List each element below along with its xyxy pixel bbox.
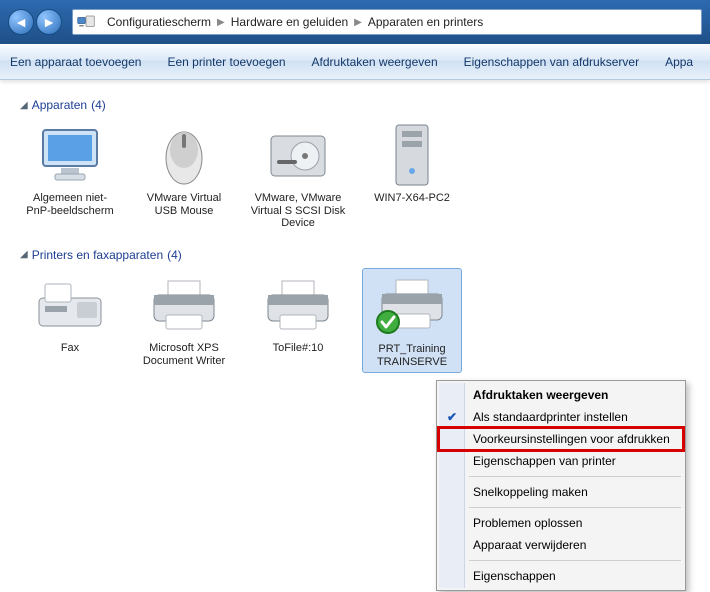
menu-label: Apparaat verwijderen <box>473 538 586 552</box>
forward-button[interactable]: ► <box>36 9 62 35</box>
navigation-bar: ◄ ► Configuratiescherm ▶ Hardware en gel… <box>0 0 710 44</box>
chevron-right-icon: ▶ <box>217 17 225 28</box>
printer-item[interactable]: Microsoft XPS Document Writer <box>134 268 234 373</box>
menu-label: Eigenschappen van printer <box>473 454 616 468</box>
printer-item[interactable]: Fax <box>20 268 120 373</box>
device-item[interactable]: WIN7-X64-PC2 <box>362 118 462 234</box>
printer-label: Fax <box>22 342 118 355</box>
menu-separator <box>469 560 681 561</box>
context-menu: Afdruktaken weergeven ✔ Als standaardpri… <box>436 380 686 591</box>
collapse-icon: ◢ <box>20 249 28 260</box>
breadcrumb-item[interactable]: Apparaten en printers <box>362 15 489 29</box>
back-button[interactable]: ◄ <box>8 9 34 35</box>
menu-label: Voorkeursinstellingen voor afdrukken <box>473 432 670 446</box>
devices-grid: Algemeen niet-PnP-beeldscherm VMware Vir… <box>20 118 690 234</box>
address-bar[interactable]: Configuratiescherm ▶ Hardware en geluide… <box>72 9 702 35</box>
menu-label: Afdruktaken weergeven <box>473 388 608 402</box>
breadcrumb-item[interactable]: Configuratiescherm <box>101 15 217 29</box>
section-title: Printers en faxapparaten <box>32 248 163 262</box>
menu-item-view-jobs[interactable]: Afdruktaken weergeven <box>439 384 683 406</box>
view-jobs-button[interactable]: Afdruktaken weergeven <box>312 55 438 69</box>
menu-separator <box>469 507 681 508</box>
menu-label: Problemen oplossen <box>473 516 582 530</box>
printer-label: Microsoft XPS Document Writer <box>136 342 232 367</box>
arrow-right-icon: ► <box>42 14 56 30</box>
menu-item-printing-prefs[interactable]: Voorkeursinstellingen voor afdrukken <box>439 428 683 450</box>
printer-icon <box>250 272 346 340</box>
fax-icon <box>22 272 118 340</box>
menu-label: Snelkoppeling maken <box>473 485 588 499</box>
device-item[interactable]: VMware, VMware Virtual S SCSI Disk Devic… <box>248 118 348 234</box>
menu-item-remove[interactable]: Apparaat verwijderen <box>439 534 683 556</box>
collapse-icon: ◢ <box>20 100 28 111</box>
device-label: Algemeen niet-PnP-beeldscherm <box>22 192 118 217</box>
device-label: VMware Virtual USB Mouse <box>136 192 232 217</box>
device-label: WIN7-X64-PC2 <box>364 192 460 205</box>
command-bar: Een apparaat toevoegen Een printer toevo… <box>0 44 710 80</box>
printer-label: ToFile#:10 <box>250 342 346 355</box>
devices-icon <box>77 15 95 29</box>
breadcrumb-item[interactable]: Hardware en geluiden <box>225 15 354 29</box>
device-label: VMware, VMware Virtual S SCSI Disk Devic… <box>250 192 346 230</box>
menu-item-set-default[interactable]: ✔ Als standaardprinter instellen <box>439 406 683 428</box>
menu-item-shortcut[interactable]: Snelkoppeling maken <box>439 481 683 503</box>
section-count: (4) <box>167 248 182 262</box>
printer-label: PRT_Training TRAINSERVE <box>365 343 459 368</box>
add-printer-button[interactable]: Een printer toevoegen <box>167 55 285 69</box>
printer-item-selected[interactable]: PRT_Training TRAINSERVE <box>362 268 462 373</box>
computer-tower-icon <box>364 122 460 190</box>
section-header-printers[interactable]: ◢ Printers en faxapparaten (4) <box>20 248 690 262</box>
remove-device-button[interactable]: Appa <box>665 55 693 69</box>
menu-item-properties[interactable]: Eigenschappen <box>439 565 683 587</box>
menu-label: Eigenschappen <box>473 569 556 583</box>
device-item[interactable]: VMware Virtual USB Mouse <box>134 118 234 234</box>
section-title: Apparaten <box>32 98 87 112</box>
arrow-left-icon: ◄ <box>14 14 28 30</box>
menu-separator <box>469 476 681 477</box>
check-icon: ✔ <box>447 410 457 424</box>
printer-item[interactable]: ToFile#:10 <box>248 268 348 373</box>
device-item[interactable]: Algemeen niet-PnP-beeldscherm <box>20 118 120 234</box>
mouse-icon <box>136 122 232 190</box>
server-props-button[interactable]: Eigenschappen van afdrukserver <box>464 55 639 69</box>
section-count: (4) <box>91 98 106 112</box>
monitor-icon <box>22 122 118 190</box>
printer-default-icon <box>365 273 459 341</box>
printer-icon <box>136 272 232 340</box>
chevron-right-icon: ▶ <box>354 17 362 28</box>
menu-item-troubleshoot[interactable]: Problemen oplossen <box>439 512 683 534</box>
menu-label: Als standaardprinter instellen <box>473 410 628 424</box>
section-header-devices[interactable]: ◢ Apparaten (4) <box>20 98 690 112</box>
printers-grid: Fax Microsoft XPS Document Writer <box>20 268 690 373</box>
menu-item-printer-props[interactable]: Eigenschappen van printer <box>439 450 683 472</box>
add-device-button[interactable]: Een apparaat toevoegen <box>10 55 141 69</box>
disk-icon <box>250 122 346 190</box>
content-area: ◢ Apparaten (4) Algemeen niet-PnP-beelds… <box>0 80 710 387</box>
